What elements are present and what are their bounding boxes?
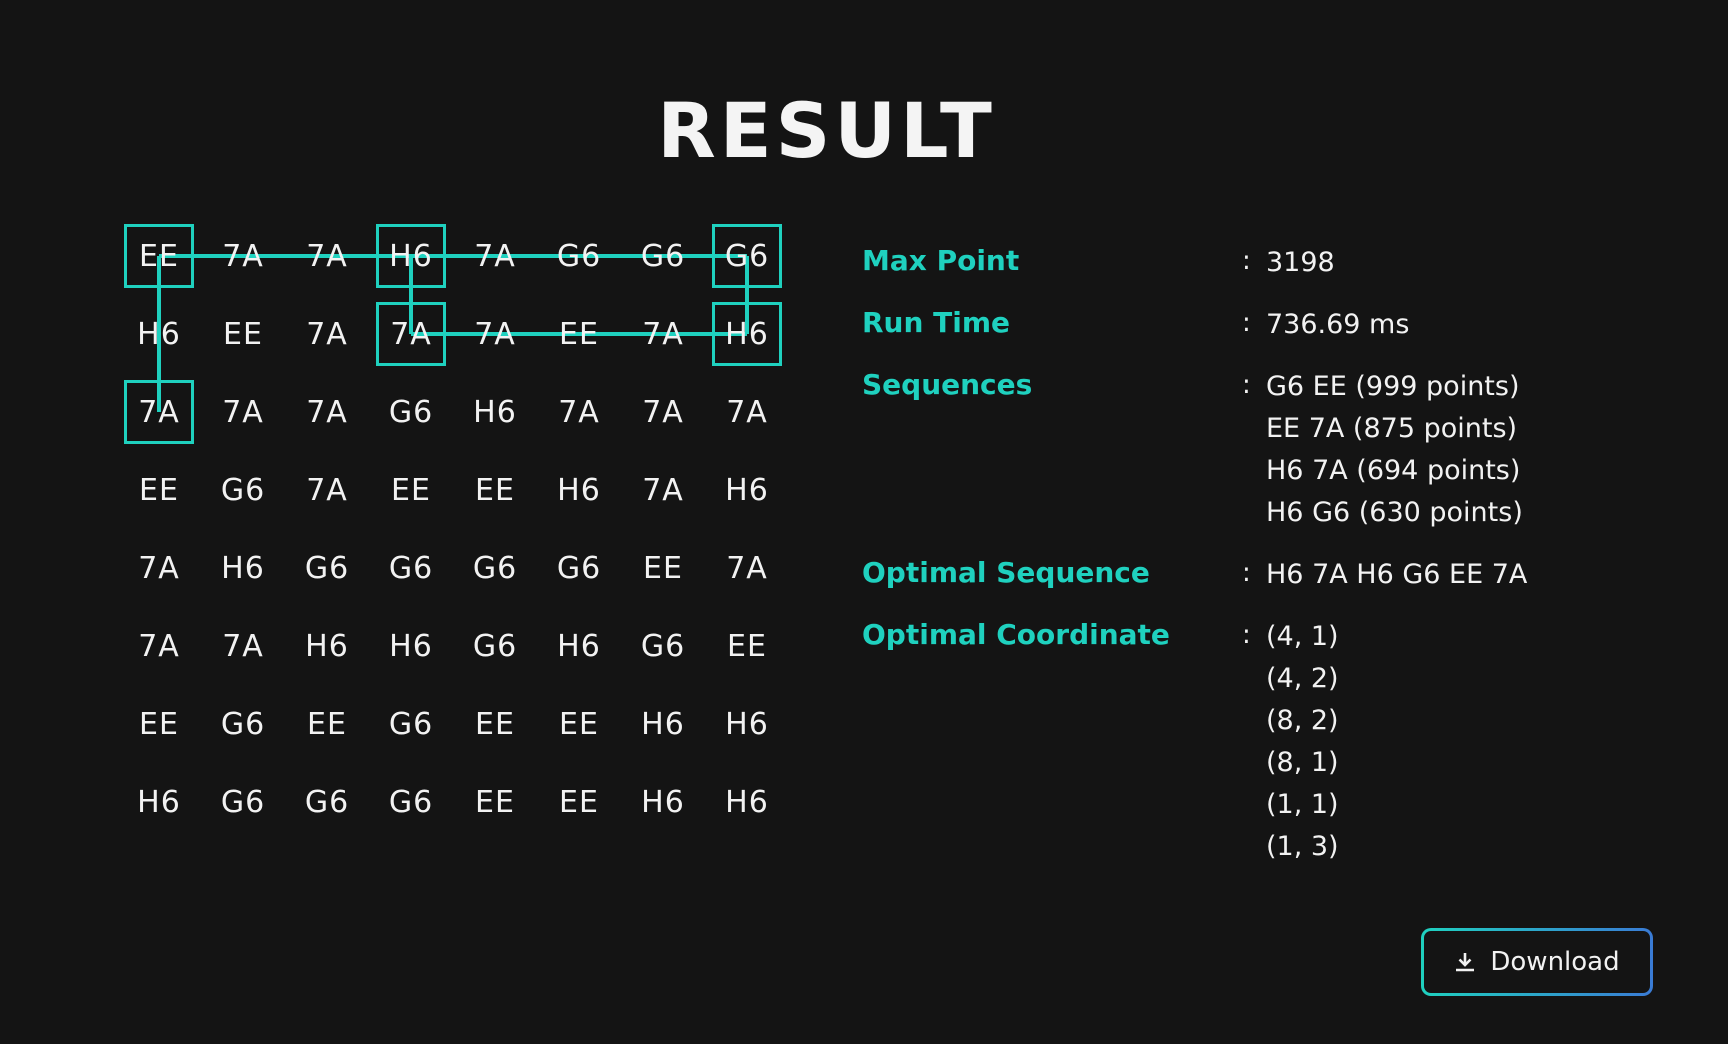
- max-point-label: Max Point: [862, 244, 1020, 277]
- coordinate-item: (8, 2): [1266, 705, 1339, 736]
- matrix-cell: EE: [391, 472, 431, 508]
- matrix-cell: 7A: [726, 550, 768, 586]
- coordinate-item: (8, 1): [1266, 747, 1339, 778]
- matrix-cell: G6: [388, 784, 434, 820]
- optimal-coordinate-label: Optimal Coordinate: [862, 618, 1170, 651]
- matrix-cell: H6: [557, 472, 601, 508]
- matrix-cell: H6: [137, 316, 181, 352]
- matrix-cell: EE: [559, 784, 599, 820]
- colon: :: [1242, 620, 1251, 650]
- matrix-cell: H6: [389, 628, 433, 664]
- matrix-cell: G6: [388, 706, 434, 742]
- coordinate-item: (1, 1): [1266, 789, 1339, 820]
- sequence-item: H6 7A (694 points): [1266, 455, 1521, 486]
- matrix-cell: H6: [641, 706, 685, 742]
- sequences-label: Sequences: [862, 368, 1033, 401]
- matrix-cell: H6: [473, 394, 517, 430]
- matrix-cell: 7A: [124, 380, 194, 444]
- matrix-cell: 7A: [222, 628, 264, 664]
- coordinate-item: (4, 1): [1266, 621, 1339, 652]
- matrix-cell: 7A: [306, 472, 348, 508]
- matrix-cell: 7A: [138, 550, 180, 586]
- download-icon: [1456, 953, 1475, 972]
- download-label: Download: [1490, 947, 1620, 977]
- matrix-cell: G6: [388, 394, 434, 430]
- matrix-cell: H6: [221, 550, 265, 586]
- max-point-value: 3198: [1266, 247, 1335, 278]
- optimal-sequence-value: H6 7A H6 G6 EE 7A: [1266, 559, 1528, 590]
- coordinate-item: (1, 3): [1266, 831, 1339, 862]
- matrix-cell: EE: [139, 706, 179, 742]
- matrix-cell: 7A: [306, 394, 348, 430]
- sequence-item: EE 7A (875 points): [1266, 413, 1518, 444]
- matrix-cell: G6: [640, 628, 686, 664]
- matrix-cell: EE: [727, 628, 767, 664]
- matrix-cell: H6: [641, 784, 685, 820]
- matrix-cell: G6: [640, 238, 686, 274]
- optimal-sequence-label: Optimal Sequence: [862, 556, 1150, 589]
- download-button[interactable]: Download: [1421, 928, 1653, 996]
- colon: :: [1242, 308, 1251, 338]
- optimal-coordinate-row: Optimal Coordinate : (4, 1) (4, 2) (8, 2…: [862, 616, 1662, 868]
- sequence-item: H6 G6 (630 points): [1266, 497, 1523, 528]
- sequences-row: Sequences : G6 EE (999 points) EE 7A (87…: [862, 366, 1662, 534]
- colon: :: [1242, 370, 1251, 400]
- optimal-sequence-row: Optimal Sequence : H6 7A H6 G6 EE 7A: [862, 554, 1662, 596]
- colon: :: [1242, 246, 1251, 276]
- matrix-cell: 7A: [376, 302, 446, 366]
- run-time-row: Run Time : 736.69 ms: [862, 304, 1662, 346]
- matrix-cell: G6: [556, 238, 602, 274]
- run-time-label: Run Time: [862, 306, 1011, 339]
- matrix-cell: 7A: [642, 394, 684, 430]
- matrix-cell: 7A: [138, 628, 180, 664]
- run-time-value: 736.69 ms: [1266, 309, 1410, 340]
- matrix-cell: EE: [559, 706, 599, 742]
- matrix-cell: 7A: [642, 472, 684, 508]
- matrix-cell: 7A: [642, 316, 684, 352]
- max-point-row: Max Point : 3198: [862, 242, 1662, 284]
- matrix-cell: H6: [137, 784, 181, 820]
- matrix-cell: G6: [220, 706, 266, 742]
- matrix-cell: EE: [307, 706, 347, 742]
- matrix-cell: EE: [139, 472, 179, 508]
- matrix-cell: G6: [712, 224, 782, 288]
- matrix-cell: G6: [388, 550, 434, 586]
- matrix-cell: 7A: [474, 238, 516, 274]
- matrix-cell: EE: [559, 316, 599, 352]
- matrix-cell: H6: [557, 628, 601, 664]
- matrix-cell: H6: [376, 224, 446, 288]
- matrix-cell: 7A: [726, 394, 768, 430]
- matrix-cell: 7A: [306, 316, 348, 352]
- matrix-cell: G6: [556, 550, 602, 586]
- matrix-cell: EE: [475, 472, 515, 508]
- matrix-cell: 7A: [306, 238, 348, 274]
- matrix-cell: EE: [475, 784, 515, 820]
- matrix-cell: H6: [725, 706, 769, 742]
- sequence-item: G6 EE (999 points): [1266, 371, 1520, 402]
- result-info-panel: Max Point : 3198 Run Time : 736.69 ms Se…: [862, 242, 1662, 888]
- coordinate-item: (4, 2): [1266, 663, 1339, 694]
- matrix-cell: EE: [223, 316, 263, 352]
- matrix-cell: G6: [472, 550, 518, 586]
- matrix-cell: G6: [220, 472, 266, 508]
- matrix-cell: H6: [725, 784, 769, 820]
- token-matrix: EE 7A 7A H6 7A G6 G6 G6 H6 EE 7A 7A 7A EE 7A H6 7A 7A 7A G6…: [124, 224, 796, 852]
- matrix-cell: 7A: [222, 394, 264, 430]
- matrix-cell: 7A: [222, 238, 264, 274]
- matrix-cell: 7A: [558, 394, 600, 430]
- matrix-cell: G6: [472, 628, 518, 664]
- matrix-cell: G6: [304, 784, 350, 820]
- result-page: RESULT EE 7A 7A H6 7A G6 G6 G6 H6 EE 7A 7A 7A EE 7A H6 7…: [0, 0, 1728, 1044]
- colon: :: [1242, 558, 1251, 588]
- matrix-cell: H6: [712, 302, 782, 366]
- matrix-cell: 7A: [474, 316, 516, 352]
- matrix-cell: EE: [643, 550, 683, 586]
- page-title: RESULT: [657, 86, 996, 175]
- matrix-cell: G6: [304, 550, 350, 586]
- matrix-cell: H6: [305, 628, 349, 664]
- matrix-cell: H6: [725, 472, 769, 508]
- matrix-cell: G6: [220, 784, 266, 820]
- matrix-cell: EE: [475, 706, 515, 742]
- matrix-cell: EE: [124, 224, 194, 288]
